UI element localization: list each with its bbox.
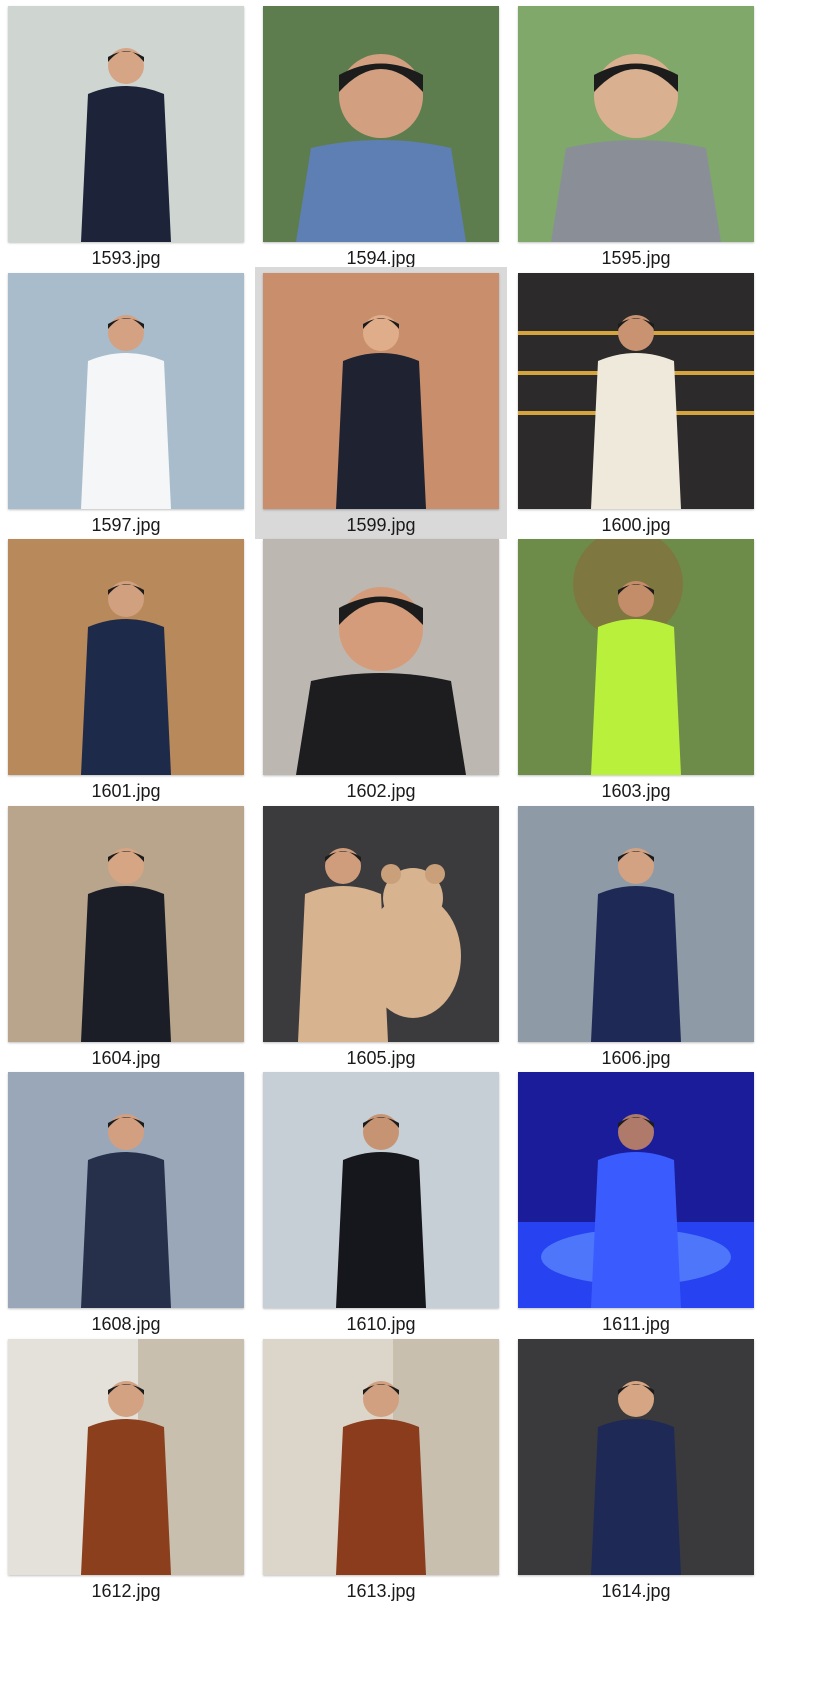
file-thumbnail-item[interactable]: 1593.jpg <box>0 0 252 272</box>
photo-thumbnail[interactable] <box>518 806 754 1042</box>
file-thumbnail-item[interactable]: 1600.jpg <box>510 267 762 539</box>
photo-thumbnail[interactable] <box>263 1339 499 1575</box>
file-thumbnail-item[interactable]: 1601.jpg <box>0 533 252 805</box>
file-thumbnail-item[interactable]: 1606.jpg <box>510 800 762 1072</box>
photo-thumbnail[interactable] <box>518 539 754 775</box>
file-name-label: 1595.jpg <box>601 248 671 268</box>
file-name-label: 1594.jpg <box>346 248 416 268</box>
photo-thumbnail[interactable] <box>518 273 754 509</box>
file-thumbnail-item[interactable]: 1595.jpg <box>510 0 762 272</box>
file-thumbnail-item[interactable]: 1613.jpg <box>255 1333 507 1605</box>
photo-thumbnail[interactable] <box>263 6 499 242</box>
file-name-label: 1614.jpg <box>601 1581 671 1601</box>
photo-thumbnail[interactable] <box>263 806 499 1042</box>
photo-thumbnail[interactable] <box>518 1339 754 1575</box>
file-thumbnail-item[interactable]: 1610.jpg <box>255 1066 507 1338</box>
file-thumbnail-item[interactable]: 1611.jpg <box>510 1066 762 1338</box>
file-name-label: 1613.jpg <box>346 1581 416 1601</box>
photo-thumbnail[interactable] <box>518 6 754 242</box>
photo-thumbnail[interactable] <box>518 1072 754 1308</box>
photo-thumbnail[interactable] <box>263 539 499 775</box>
file-thumbnail-item[interactable]: 1594.jpg <box>255 0 507 272</box>
photo-thumbnail[interactable] <box>8 806 244 1042</box>
file-name-label: 1603.jpg <box>601 781 671 801</box>
photo-thumbnail[interactable] <box>263 1072 499 1308</box>
photo-thumbnail[interactable] <box>8 1339 244 1575</box>
file-grid: 1593.jpg 1594.jpg 1595.jpg 1597.jpg 1599… <box>0 0 813 1707</box>
file-thumbnail-item[interactable]: 1603.jpg <box>510 533 762 805</box>
file-thumbnail-item[interactable]: 1604.jpg <box>0 800 252 1072</box>
photo-thumbnail[interactable] <box>8 6 244 242</box>
file-thumbnail-item[interactable]: 1614.jpg <box>510 1333 762 1605</box>
file-thumbnail-item[interactable]: 1599.jpg <box>255 267 507 539</box>
file-thumbnail-item[interactable]: 1608.jpg <box>0 1066 252 1338</box>
photo-thumbnail[interactable] <box>8 539 244 775</box>
photo-thumbnail[interactable] <box>8 1072 244 1308</box>
file-name-label: 1610.jpg <box>346 1314 416 1334</box>
file-thumbnail-item[interactable]: 1612.jpg <box>0 1333 252 1605</box>
file-name-label: 1593.jpg <box>91 248 161 268</box>
file-name-label: 1608.jpg <box>91 1314 161 1334</box>
file-thumbnail-item[interactable]: 1597.jpg <box>0 267 252 539</box>
file-name-label: 1601.jpg <box>91 781 161 801</box>
file-name-label: 1602.jpg <box>346 781 416 801</box>
photo-thumbnail[interactable] <box>8 273 244 509</box>
file-thumbnail-item[interactable]: 1605.jpg <box>255 800 507 1072</box>
photo-thumbnail[interactable] <box>263 273 499 509</box>
file-thumbnail-item[interactable]: 1602.jpg <box>255 533 507 805</box>
file-name-label: 1611.jpg <box>602 1314 670 1334</box>
file-name-label: 1612.jpg <box>91 1581 161 1601</box>
